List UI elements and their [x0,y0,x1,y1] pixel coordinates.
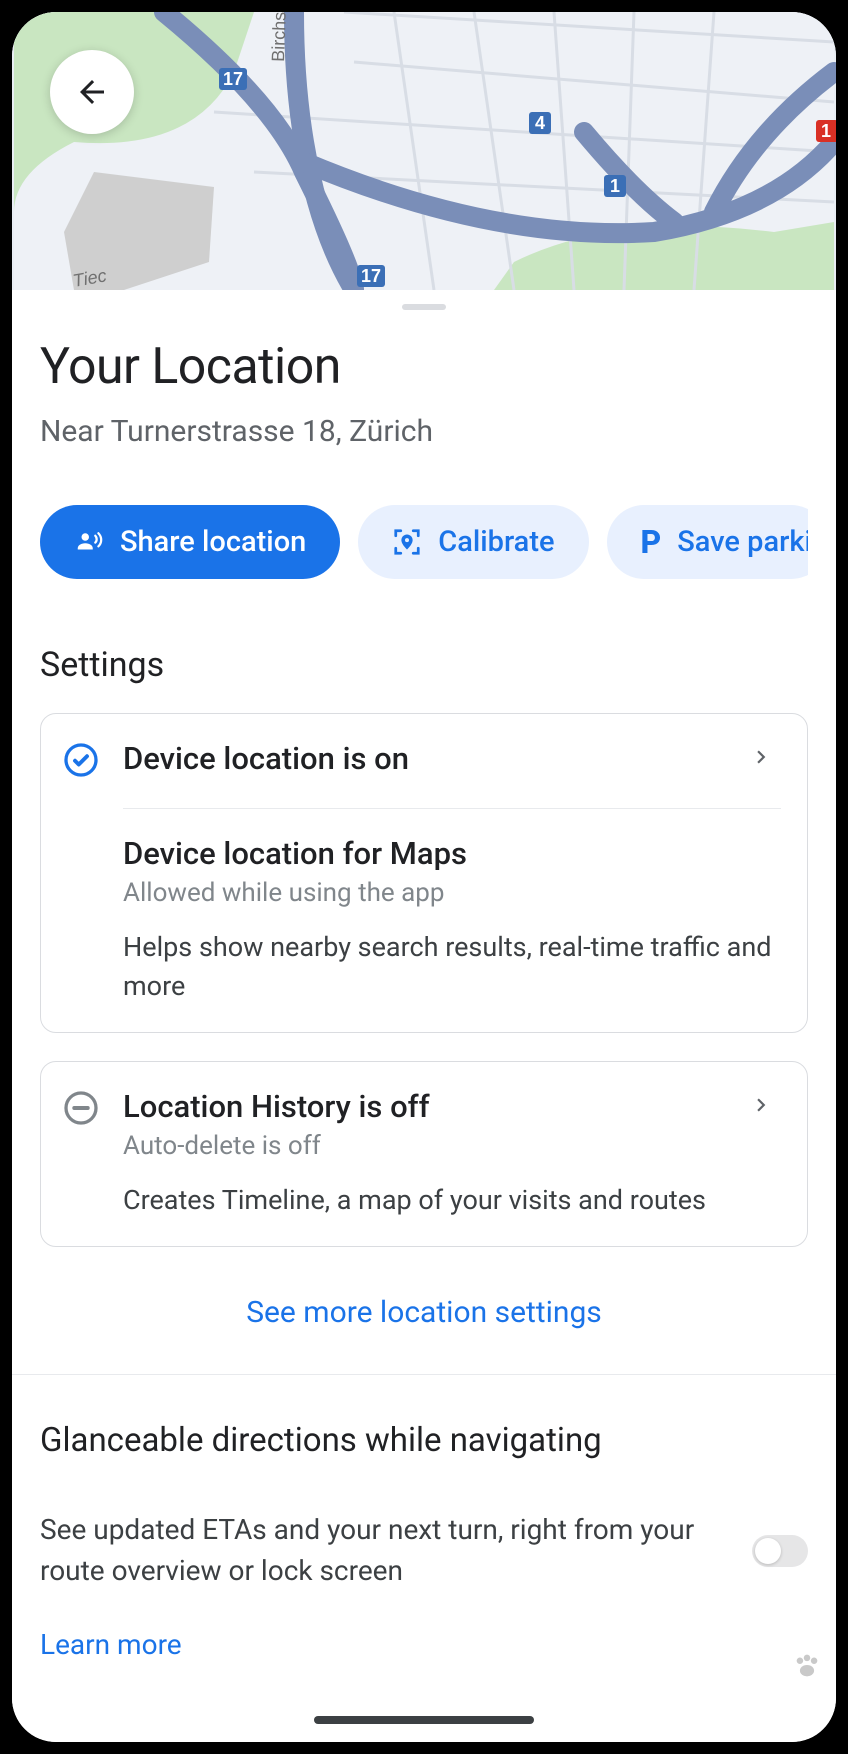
road-shield: 1 [610,176,620,196]
road-shield: 4 [535,113,545,133]
gesture-bar[interactable] [314,1716,534,1724]
glanceable-toggle[interactable] [752,1535,808,1567]
calibrate-label: Calibrate [438,525,554,559]
calibrate-icon [392,527,422,557]
page-title: Your Location [40,338,808,396]
chevron-right-icon [748,744,774,770]
drag-handle[interactable] [402,304,446,310]
road-shield: 1 [821,121,831,141]
paw-icon [790,1648,824,1690]
arrow-back-icon [74,74,110,110]
location-subtitle: Near Turnerstrasse 18, Zürich [40,414,808,449]
see-more-link[interactable]: See more location settings [40,1295,808,1330]
device-location-card: Device location is on Device location fo… [40,713,808,1033]
location-history-title: Location History is off [123,1088,741,1125]
share-location-label: Share location [120,525,306,559]
device-location-row[interactable]: Device location is on [41,714,807,808]
action-chips: Share location [40,505,808,579]
calibrate-button[interactable]: Calibrate [358,505,588,579]
device-location-maps-title: Device location for Maps [123,835,781,872]
device-location-maps-sub: Allowed while using the app [123,878,781,908]
learn-more-link[interactable]: Learn more [40,1628,808,1661]
location-history-card[interactable]: Location History is off Auto-delete is o… [40,1061,808,1247]
settings-header: Settings [40,645,808,685]
save-parking-button[interactable]: P Save parkin [607,505,808,579]
back-button[interactable] [50,50,134,134]
glanceable-desc: See updated ETAs and your next turn, rig… [40,1510,732,1591]
road-shield: 17 [361,266,381,286]
road-shield: 17 [223,69,243,89]
checkmark-circle-icon [63,742,99,778]
glanceable-title: Glanceable directions while navigating [40,1421,808,1460]
location-history-sub: Auto-delete is off [123,1131,741,1161]
chevron-right-icon [748,1092,774,1118]
bottom-sheet: Your Location Near Turnerstrasse 18, Zür… [12,290,836,1742]
share-location-button[interactable]: Share location [40,505,340,579]
save-parking-label: Save parkin [677,525,808,559]
location-history-desc: Creates Timeline, a map of your visits a… [123,1181,741,1220]
street-label: Birchstra [268,12,291,62]
parking-icon: P [641,523,662,561]
map-preview[interactable]: 17 4 1 17 1 Birchstra Tiec [12,12,836,290]
device-location-maps-desc: Helps show nearby search results, real-t… [123,928,781,1006]
device-location-title: Device location is on [123,740,741,777]
share-location-icon [74,527,104,557]
remove-circle-icon [63,1090,99,1126]
device-location-maps-row[interactable]: Device location for Maps Allowed while u… [41,809,807,1032]
